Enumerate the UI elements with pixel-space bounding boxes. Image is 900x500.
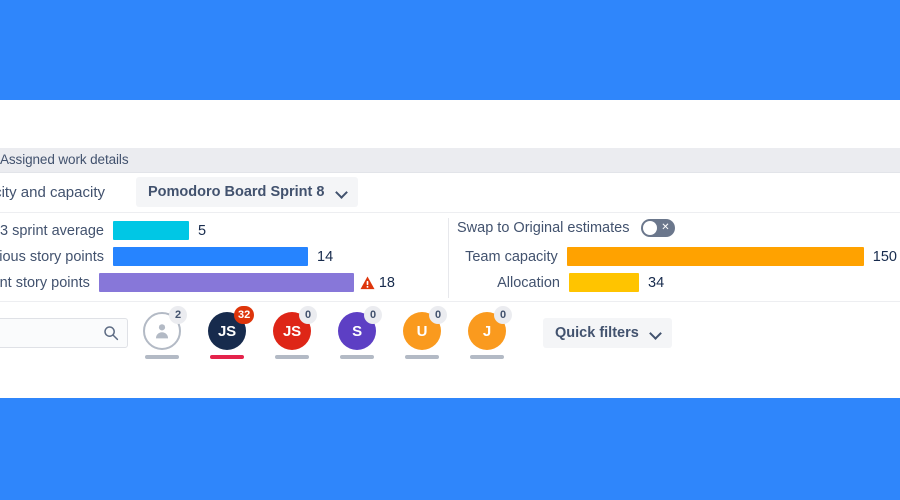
avatar-count-badge: 32: [234, 306, 255, 324]
avatar-selection-underline: [340, 355, 374, 359]
avatar-selection-underline: [210, 355, 244, 359]
velocity-bar-fill-0: [113, 221, 189, 240]
content-gap: [0, 100, 900, 148]
capacity-bar-fill-0: [566, 247, 864, 266]
avatar-u-orange[interactable]: U0: [400, 306, 447, 359]
velocity-bar-track-1: [113, 247, 308, 266]
avatar-selection-underline: [470, 355, 504, 359]
velocity-bar-value-1: 14: [317, 248, 334, 265]
swap-original-estimates-label: Swap to Original estimates: [457, 220, 630, 236]
app-root: Assigned work details locity and capacit…: [0, 0, 900, 500]
velocity-bar-track-2: [98, 273, 354, 292]
velocity-bar-label-2: Sprint story points: [0, 274, 90, 291]
capacity-bar-row-0: Team capacity 150: [457, 247, 897, 266]
avatar-selection-underline: [145, 355, 179, 359]
quick-filters-label: Quick filters: [555, 325, 639, 341]
velocity-bar-value-0: 5: [198, 222, 207, 239]
capacity-bar-track-1: [569, 273, 639, 292]
unassigned-avatar[interactable]: 2: [140, 306, 187, 359]
velocity-bar-row-2: Sprint story points 18: [0, 273, 395, 292]
velocity-bar-fill-1: [113, 247, 308, 266]
stats-column-divider: [448, 218, 449, 298]
warning-triangle-icon: [360, 276, 375, 289]
capacity-bar-value-1: 34: [648, 274, 665, 291]
top-chrome-band: [0, 0, 900, 100]
velocity-bar-label-0: 3 sprint average: [0, 222, 104, 239]
quick-filters-button[interactable]: Quick filters: [543, 318, 672, 348]
velocity-bar-value-2: 18: [378, 274, 395, 291]
velocity-bar-track-0: [113, 221, 189, 240]
capacity-bar-row-1: Allocation 34: [457, 273, 897, 292]
avatar-count-badge: 0: [364, 306, 382, 324]
avatar-js-red[interactable]: JS 0: [270, 306, 317, 359]
avatar-count-badge: 0: [429, 306, 447, 324]
capacity-bar-label-1: Allocation: [497, 274, 560, 291]
avatar-count-badge: 0: [299, 306, 317, 324]
search-icon: [104, 326, 119, 341]
toggle-off-icon: ✕: [661, 222, 670, 233]
avatar-count-badge: 2: [169, 306, 187, 324]
chevron-down-icon: [336, 186, 348, 198]
velocity-bar-row-0: 3 sprint average 5: [0, 221, 395, 240]
capacity-bar-value-0: 150: [872, 248, 897, 265]
capacity-bar-fill-1: [569, 273, 639, 292]
velocity-bar-fill-2: [98, 273, 354, 292]
avatar-js-navy[interactable]: JS 32: [205, 306, 255, 359]
assigned-work-details-header: Assigned work details: [0, 148, 900, 173]
velocity-and-capacity-title: locity and capacity: [0, 184, 105, 201]
avatar-s-purple[interactable]: S0: [335, 306, 382, 359]
chevron-down-icon: [650, 327, 662, 339]
swap-original-estimates-toggle[interactable]: ✕: [641, 219, 676, 237]
capacity-bar-label-0: Team capacity: [465, 248, 558, 265]
velocity-bar-label-1: revious story points: [0, 248, 104, 265]
velocity-bar-row-1: revious story points 14: [0, 247, 395, 266]
assignee-avatar-strip: 2 JS 32 JS 0 S 0 U 0 J 0: [140, 306, 512, 359]
board-sprint-select-value: Pomodoro Board Sprint 8: [148, 184, 325, 200]
toggle-knob: [643, 221, 658, 235]
board-sprint-select[interactable]: Pomodoro Board Sprint 8: [136, 177, 359, 207]
search-input[interactable]: [0, 318, 128, 348]
capacity-bar-track-0: [566, 247, 864, 266]
avatar-selection-underline: [275, 355, 309, 359]
bottom-chrome-band: [0, 398, 900, 500]
swap-original-estimates-row: Swap to Original estimates ✕: [457, 219, 676, 237]
avatar-j-orange[interactable]: J0: [465, 306, 512, 359]
avatar-count-badge: 0: [494, 306, 512, 324]
assigned-work-details-title: Assigned work details: [0, 152, 129, 167]
velocity-and-capacity-row: locity and capacity: [0, 173, 900, 213]
avatar-selection-underline: [405, 355, 439, 359]
